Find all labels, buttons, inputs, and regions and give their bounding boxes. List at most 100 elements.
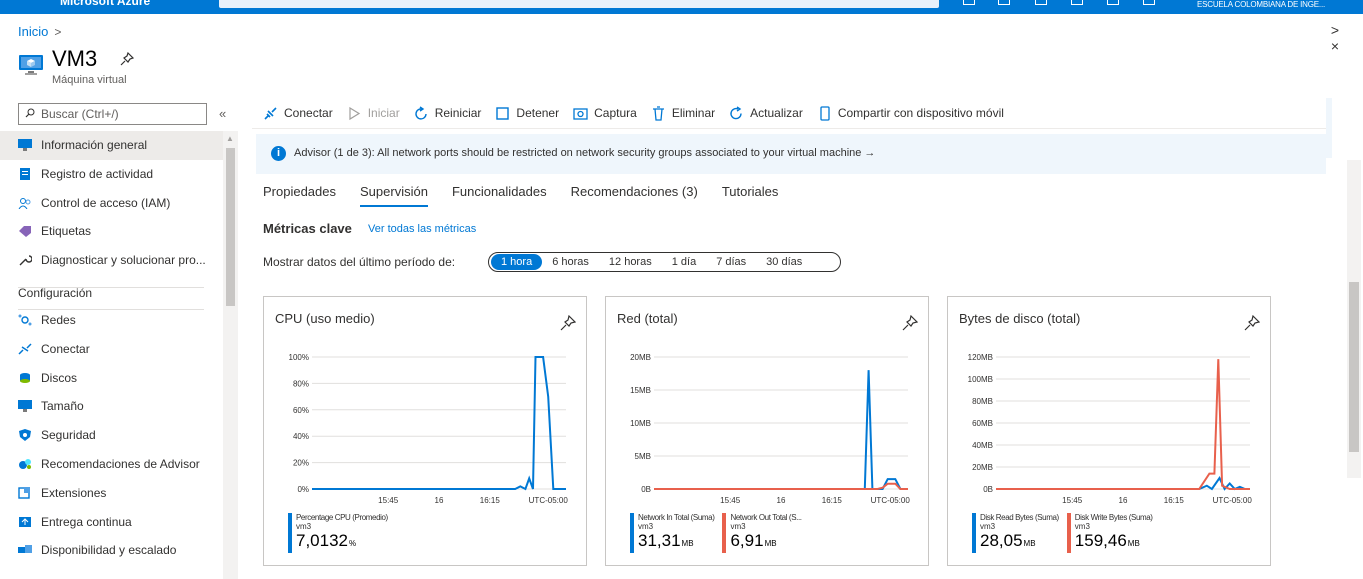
period-1-day[interactable]: 1 día xyxy=(662,254,706,270)
legend-value-unit: MB xyxy=(1023,539,1036,548)
sidebar-item-conectar[interactable]: Conectar xyxy=(0,335,223,364)
refresh-button[interactable]: Actualizar xyxy=(729,104,803,122)
delete-button[interactable]: Eliminar xyxy=(651,104,715,122)
period-selector: 1 hora 6 horas 12 horas 1 día 7 días 30 … xyxy=(488,252,841,272)
series-line xyxy=(654,370,908,490)
sidebar-item-label: Disponibilidad y escalado xyxy=(41,543,177,558)
legend-item[interactable]: Percentage CPU (Promedio) vm3 7,0132% xyxy=(288,513,388,554)
legend-resource: vm3 xyxy=(730,522,746,531)
legend-series-name: Network Out Total (S... xyxy=(730,513,802,522)
chart-card-cpu[interactable]: CPU (uso medio) 100% 80% 60% 40% 20% 0% 15:45 1… xyxy=(263,296,587,566)
sidebar-item-discos[interactable]: Discos xyxy=(0,364,223,393)
share-label: Compartir con dispositivo móvil xyxy=(837,106,1004,120)
settings-icon[interactable] xyxy=(1071,0,1083,5)
sidebar-item-registro-actividad[interactable]: Registro de actividad xyxy=(0,160,223,189)
sidebar-item-iam[interactable]: Control de acceso (IAM) xyxy=(0,189,223,218)
tab-tutoriales[interactable]: Tutoriales xyxy=(722,184,779,205)
pin-icon[interactable] xyxy=(560,315,576,331)
stop-button[interactable]: Detener xyxy=(495,104,559,122)
sidebar-item-seguridad[interactable]: Seguridad xyxy=(0,421,223,450)
directory-icon[interactable] xyxy=(998,0,1010,5)
sidebar-item-label: Extensiones xyxy=(41,485,107,500)
period-6-hours[interactable]: 6 horas xyxy=(542,254,599,270)
chart-legend: Network In Total (Suma) vm3 31,31MB Netw… xyxy=(630,513,810,554)
chevron-right-icon[interactable]: > xyxy=(1331,22,1339,38)
legend-value: 159,46MB xyxy=(1075,531,1153,554)
view-all-metrics-link[interactable]: Ver todas las métricas xyxy=(368,223,476,235)
global-search-input[interactable] xyxy=(219,0,939,8)
notifications-icon[interactable] xyxy=(1035,0,1047,5)
legend-series-name: Disk Write Bytes (Suma) xyxy=(1074,513,1153,522)
chart-legend: Percentage CPU (Promedio) vm3 7,0132% xyxy=(288,513,396,554)
period-7-days[interactable]: 7 días xyxy=(706,254,756,270)
start-button[interactable]: Iniciar xyxy=(347,104,400,122)
period-30-days[interactable]: 30 días xyxy=(756,254,812,270)
period-1-hour[interactable]: 1 hora xyxy=(491,254,543,270)
stop-label: Detener xyxy=(516,106,560,120)
sidebar-item-etiquetas[interactable]: Etiquetas xyxy=(0,217,223,246)
sidebar-item-label: Recomendaciones de Advisor xyxy=(41,456,200,471)
restart-button[interactable]: Reiniciar xyxy=(414,104,481,122)
sidebar-item-tamano[interactable]: Tamaño xyxy=(0,392,223,421)
x-tick-label: 16 xyxy=(435,496,444,505)
breadcrumb: Inicio > xyxy=(18,24,61,39)
account-org[interactable]: ESCUELA COLOMBIANA DE INGE... xyxy=(1197,0,1325,9)
sidebar-item-disponibilidad[interactable]: Disponibilidad y escalado xyxy=(0,536,223,565)
advisor-banner[interactable]: i Advisor (1 de 3): All network ports sh… xyxy=(256,134,1326,174)
feedback-icon[interactable] xyxy=(1143,0,1155,5)
tab-supervision[interactable]: Supervisión xyxy=(360,184,428,207)
chart-card-disk[interactable]: Bytes de disco (total) 120MB 100MB 80MB 60M… xyxy=(947,296,1271,566)
chart-card-network[interactable]: Red (total) 20MB 15MB 10MB 5MB 0B 15:45 16 16:1… xyxy=(605,296,929,566)
legend-item[interactable]: Network Out Total (S... vm3 6,91MB xyxy=(722,513,802,554)
period-12-hours[interactable]: 12 horas xyxy=(599,254,662,270)
tab-propiedades[interactable]: Propiedades xyxy=(263,184,336,205)
legend-item[interactable]: Disk Read Bytes (Suma) vm3 28,05MB xyxy=(972,513,1059,554)
pin-icon[interactable] xyxy=(120,51,135,69)
y-tick-label: 100MB xyxy=(968,375,993,384)
tag-icon xyxy=(19,226,31,238)
close-icon[interactable]: × xyxy=(1331,38,1339,54)
sidebar-item-label: Diagnosticar y solucionar pro... xyxy=(41,253,206,268)
main-scrollbar-thumb[interactable] xyxy=(1349,282,1359,452)
sidebar-item-diagnosticar[interactable]: Diagnosticar y solucionar pro... xyxy=(0,246,223,275)
sidebar-item-redes[interactable]: Redes xyxy=(0,306,223,335)
legend-item[interactable]: Network In Total (Suma) vm3 31,31MB xyxy=(630,513,715,554)
cloud-shell-icon[interactable] xyxy=(963,0,975,5)
collapse-sidebar-icon[interactable]: « xyxy=(219,106,226,121)
sidebar-scrollbar-thumb[interactable] xyxy=(226,148,235,306)
connect-button[interactable]: Conectar xyxy=(263,104,333,122)
sidebar-item-advisor[interactable]: Recomendaciones de Advisor xyxy=(0,450,223,479)
legend-series-name: Network In Total (Suma) xyxy=(638,513,715,522)
capture-button[interactable]: Captura xyxy=(573,104,637,122)
x-tick-label: 16:15 xyxy=(822,496,843,505)
sidebar-item-extensiones[interactable]: Extensiones xyxy=(0,479,223,508)
pin-icon[interactable] xyxy=(902,315,918,331)
sidebar-item-entrega-continua[interactable]: Entrega continua xyxy=(0,508,223,537)
cpu-line-chart: 100% 80% 60% 40% 20% 0% 15:45 16 16:15 UTC-05:00 xyxy=(289,353,569,505)
help-icon[interactable] xyxy=(1107,0,1119,5)
sidebar-search-input[interactable]: Buscar (Ctrl+/) xyxy=(18,103,207,125)
y-tick-label: 20% xyxy=(293,459,309,468)
legend-item[interactable]: Disk Write Bytes (Suma) vm3 159,46MB xyxy=(1066,513,1153,554)
sidebar-item-informacion-general[interactable]: Información general xyxy=(0,131,223,160)
people-icon xyxy=(18,197,31,209)
chart-title: CPU (uso medio) xyxy=(275,311,375,326)
delete-label: Eliminar xyxy=(671,106,716,120)
share-mobile-button[interactable]: Compartir con dispositivo móvil xyxy=(817,104,1004,122)
legend-value-number: 6,91 xyxy=(730,531,764,550)
advisor-banner-text[interactable]: Advisor (1 de 3): All network ports shou… xyxy=(294,147,875,159)
scroll-up-arrow-icon[interactable]: ▲ xyxy=(226,134,234,143)
search-icon xyxy=(25,108,35,118)
pin-icon[interactable] xyxy=(1244,315,1260,331)
x-tick-label: 16 xyxy=(777,496,786,505)
play-icon xyxy=(349,106,360,120)
breadcrumb-home[interactable]: Inicio xyxy=(18,24,48,39)
delivery-icon xyxy=(19,516,31,527)
legend-value-number: 159,46 xyxy=(1074,531,1127,550)
tab-recomendaciones[interactable]: Recomendaciones (3) xyxy=(571,184,698,205)
legend-value-unit: % xyxy=(349,539,357,548)
brand-title[interactable]: Microsoft Azure xyxy=(60,0,150,8)
legend-color-bar xyxy=(288,513,292,553)
tab-funcionalidades[interactable]: Funcionalidades xyxy=(452,184,547,205)
y-tick-label: 120MB xyxy=(968,353,993,362)
